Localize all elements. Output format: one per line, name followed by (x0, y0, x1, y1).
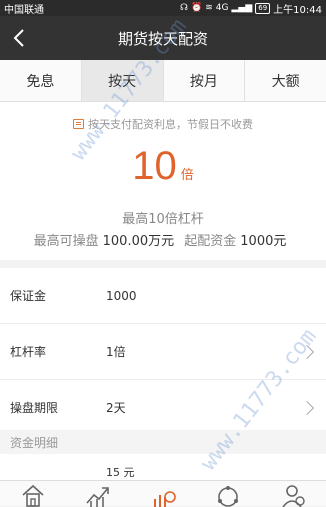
headset-icon: ☊ (180, 3, 189, 13)
leverage-row[interactable]: 杠杆率 1倍 (0, 324, 326, 380)
duration-row[interactable]: 操盘期限 2天 (0, 380, 326, 436)
tabbar-discover[interactable] (196, 481, 261, 507)
battery-icon: 69 (255, 2, 271, 14)
leverage-value: 1倍 (106, 345, 126, 359)
leverage-multiple-unit: 倍 (180, 168, 194, 183)
tab-monthly[interactable]: 按月 (164, 60, 246, 101)
leverage-label: 杠杆率 (10, 345, 47, 359)
alarm-icon: ⏰ (191, 3, 203, 13)
account-icon (282, 485, 306, 507)
min-capital-label: 起配资金 (184, 234, 237, 249)
duration-value: 2天 (106, 401, 126, 415)
tabbar-market[interactable] (65, 481, 130, 507)
network-type-label: 4G (215, 3, 229, 13)
discover-icon (218, 486, 239, 507)
chevron-right-icon (299, 344, 315, 359)
duration-label: 操盘期限 (10, 401, 59, 415)
wifi-icon: ≋ (205, 3, 213, 13)
tab-large-amount[interactable]: 大额 (245, 60, 326, 101)
margin-input[interactable]: 1000 (106, 289, 316, 303)
chevron-left-icon[interactable] (8, 26, 32, 50)
leverage-info-panel: 按天支付配资利息，节假日不收费 10 倍 最高10倍杠杆 最高可操盘 100.00万… (0, 102, 326, 260)
signal-icon: ▂▄▆ (231, 3, 253, 13)
trade-icon (154, 491, 176, 507)
notice-icon (73, 119, 84, 129)
min-capital-value: 1000元 (240, 234, 287, 249)
nav-bar: 期货按天配资 (0, 16, 326, 60)
fund-detail-value: 15 元 (106, 466, 135, 479)
fund-detail-row: 15 元 (0, 454, 326, 480)
page-title: 期货按天配资 (117, 29, 208, 48)
max-leverage-text: 最高10倍杠杆 (122, 212, 204, 227)
home-icon (22, 484, 44, 507)
market-chart-icon (86, 487, 109, 507)
amounts-line: 最高可操盘 100.00万元 起配资金 1000元 (0, 230, 326, 249)
tab-daily[interactable]: 按天 (81, 60, 164, 101)
tabbar-trade[interactable] (130, 481, 195, 507)
max-trade-value: 100.00万元 (102, 234, 175, 249)
bottom-tab-bar (0, 480, 326, 507)
fund-details-title: 资金明细 (0, 430, 326, 454)
notice-text: 按天支付配资利息，节假日不收费 (88, 118, 253, 131)
leverage-multiple-value: 10 (132, 144, 177, 188)
tabbar-home[interactable] (0, 481, 65, 507)
chevron-right-icon (299, 400, 315, 415)
status-icons: ☊ ⏰ ≋ 4G ▂▄▆ 69 上午10:44 (180, 1, 322, 16)
tab-interest-free[interactable]: 免息 (0, 60, 82, 101)
tab-bar: 免息 按天 按月 大额 (0, 60, 326, 102)
tabbar-account[interactable] (261, 481, 326, 507)
margin-label: 保证金 (10, 289, 47, 303)
max-trade-label: 最高可操盘 (33, 234, 99, 249)
clock: 上午10:44 (273, 4, 322, 16)
config-form: 保证金 1000 杠杆率 1倍 操盘期限 2天 (0, 268, 326, 436)
leverage-multiple: 10 倍 (0, 144, 326, 189)
notice: 按天支付配资利息，节假日不收费 (0, 116, 326, 132)
margin-row[interactable]: 保证金 1000 (0, 268, 326, 324)
carrier-name: 中国联通 (4, 4, 44, 16)
status-bar: 中国联通 ☊ ⏰ ≋ 4G ▂▄▆ 69 上午10:44 (0, 0, 326, 16)
